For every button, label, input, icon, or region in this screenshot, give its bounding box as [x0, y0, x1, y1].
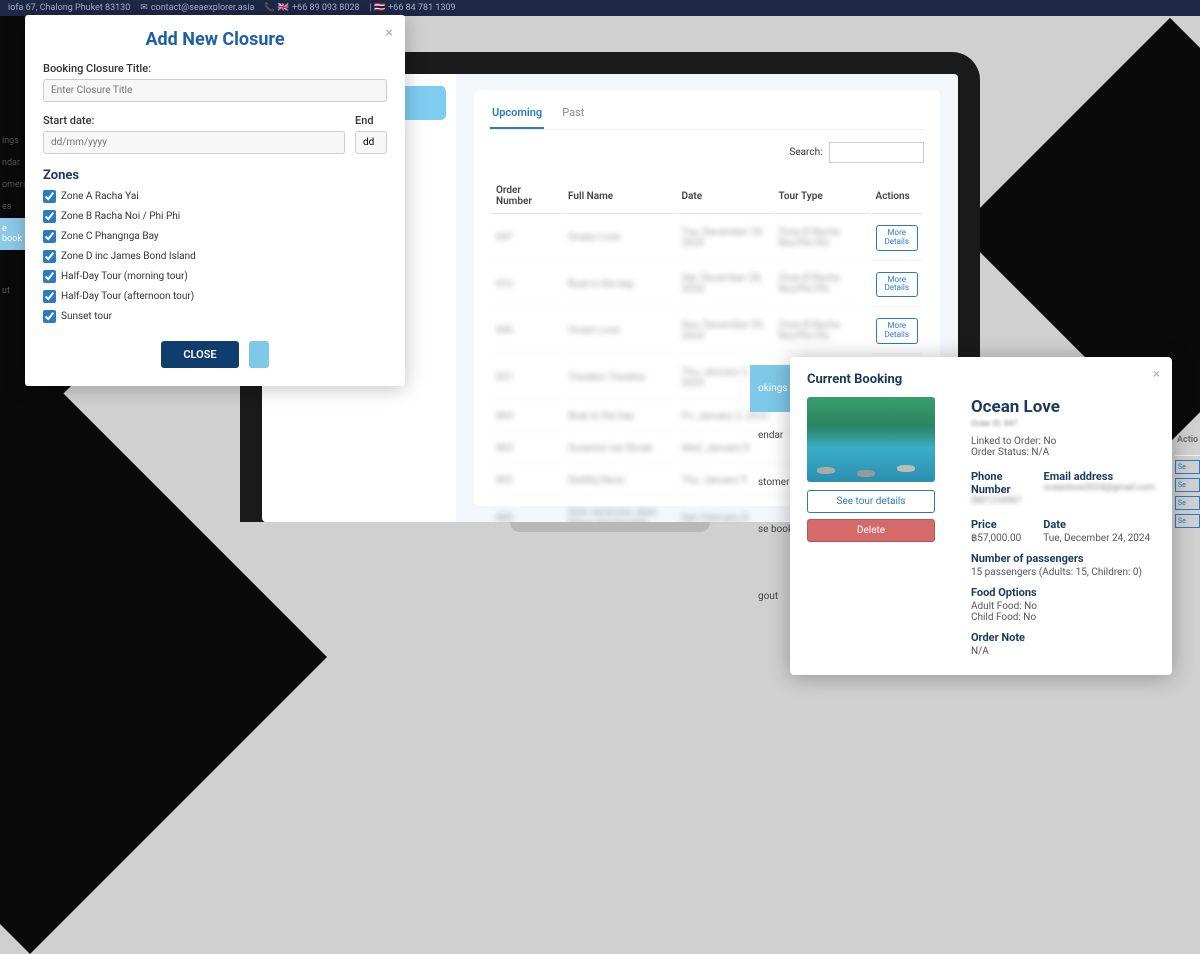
food-adult: Adult Food: No	[971, 601, 1155, 612]
secondary-button-fragment[interactable]	[249, 341, 269, 368]
start-date-input[interactable]	[43, 131, 345, 154]
table-row: 846Ocean LoveSun, December 29, 2024Zone …	[492, 309, 922, 354]
current-booking-modal: × Current Booking See tour details Delet…	[790, 357, 1172, 675]
end-date-label: End	[355, 114, 387, 127]
search-label: Search:	[789, 147, 822, 158]
modal-title: Add New Closure	[43, 29, 387, 50]
col-actions: Actions	[872, 179, 922, 214]
table-row: 812Boat in the baySat, December 28, 2024…	[492, 263, 922, 308]
address-text: iofa 67, Chalong Phuket 83130	[8, 3, 130, 13]
tour-image	[807, 397, 935, 482]
zone-checkbox-a[interactable]	[43, 190, 56, 203]
start-date-label: Start date:	[43, 114, 345, 127]
price-value: ฿57,000.00	[971, 533, 1021, 544]
booking-modal-title: Current Booking	[807, 372, 1155, 387]
background-sidebar-fragment: ings ndar omers es e book ut	[0, 130, 25, 302]
zones-heading: Zones	[43, 168, 387, 183]
more-details-button[interactable]: MoreDetails	[876, 318, 918, 344]
close-icon[interactable]: ×	[1153, 367, 1160, 382]
email-label: Email address	[1044, 470, 1155, 483]
col-type[interactable]: Tour Type	[775, 179, 870, 214]
tab-upcoming[interactable]: Upcoming	[490, 102, 544, 129]
add-closure-modal: × Add New Closure Booking Closure Title:…	[25, 15, 405, 386]
order-id: Order ID: 847	[971, 419, 1155, 428]
more-details-button[interactable]: MoreDetails	[876, 225, 918, 251]
closure-title-label: Booking Closure Title:	[43, 62, 387, 75]
pax-value: 15 passengers (Adults: 15, Children: 0)	[971, 567, 1155, 578]
food-child: Child Food: No	[971, 612, 1155, 623]
col-order[interactable]: Order Number	[492, 179, 562, 214]
see-tour-details-button[interactable]: See tour details	[807, 490, 935, 513]
close-button[interactable]: CLOSE	[161, 341, 238, 368]
top-contact-bar: iofa 67, Chalong Phuket 83130 ✉ contact@…	[0, 0, 1200, 16]
phone1-text: +66 89 093 8028	[292, 3, 359, 13]
tab-past[interactable]: Past	[560, 102, 586, 129]
price-label: Price	[971, 518, 1021, 531]
zone-checkbox-c[interactable]	[43, 230, 56, 243]
zone-checkbox-sunset[interactable]	[43, 310, 56, 323]
search-input[interactable]	[829, 142, 924, 163]
close-icon[interactable]: ×	[386, 25, 393, 41]
date-label: Date	[1043, 518, 1150, 531]
delete-button[interactable]: Delete	[807, 519, 935, 542]
note-value: N/A	[971, 646, 1155, 657]
end-date-input[interactable]	[355, 131, 387, 154]
email-value: oceanlove2024@gmail.com	[1044, 483, 1155, 493]
food-label: Food Options	[971, 586, 1155, 599]
email-text: contact@seaexplorer.asia	[151, 3, 255, 13]
zone-checkbox-b[interactable]	[43, 210, 56, 223]
phone2-text: +66 84 781 1309	[388, 3, 455, 13]
date-value: Tue, December 24, 2024	[1043, 533, 1150, 544]
right-table-fragment: Actio Se Se Se Se	[1175, 425, 1200, 532]
col-date[interactable]: Date	[678, 179, 773, 214]
linked-order: Linked to Order: No	[971, 436, 1155, 447]
phone-value: 0801234567	[971, 496, 1022, 506]
zone-checkbox-afternoon[interactable]	[43, 290, 56, 303]
note-label: Order Note	[971, 631, 1155, 644]
booking-tabs: Upcoming Past	[490, 102, 924, 130]
more-details-button[interactable]: MoreDetails	[876, 272, 918, 298]
pax-label: Number of passengers	[971, 552, 1155, 565]
tour-name: Ocean Love	[971, 397, 1155, 417]
col-name[interactable]: Full Name	[564, 179, 676, 214]
zone-checkbox-morning[interactable]	[43, 270, 56, 283]
order-status: Order Status: N/A	[971, 447, 1155, 458]
closure-title-input[interactable]	[43, 79, 387, 102]
phone-label: Phone Number	[971, 470, 1022, 496]
table-row: 847Ocean LoveTue, December 24, 2024Zone …	[492, 216, 922, 261]
zone-checkbox-d[interactable]	[43, 250, 56, 263]
